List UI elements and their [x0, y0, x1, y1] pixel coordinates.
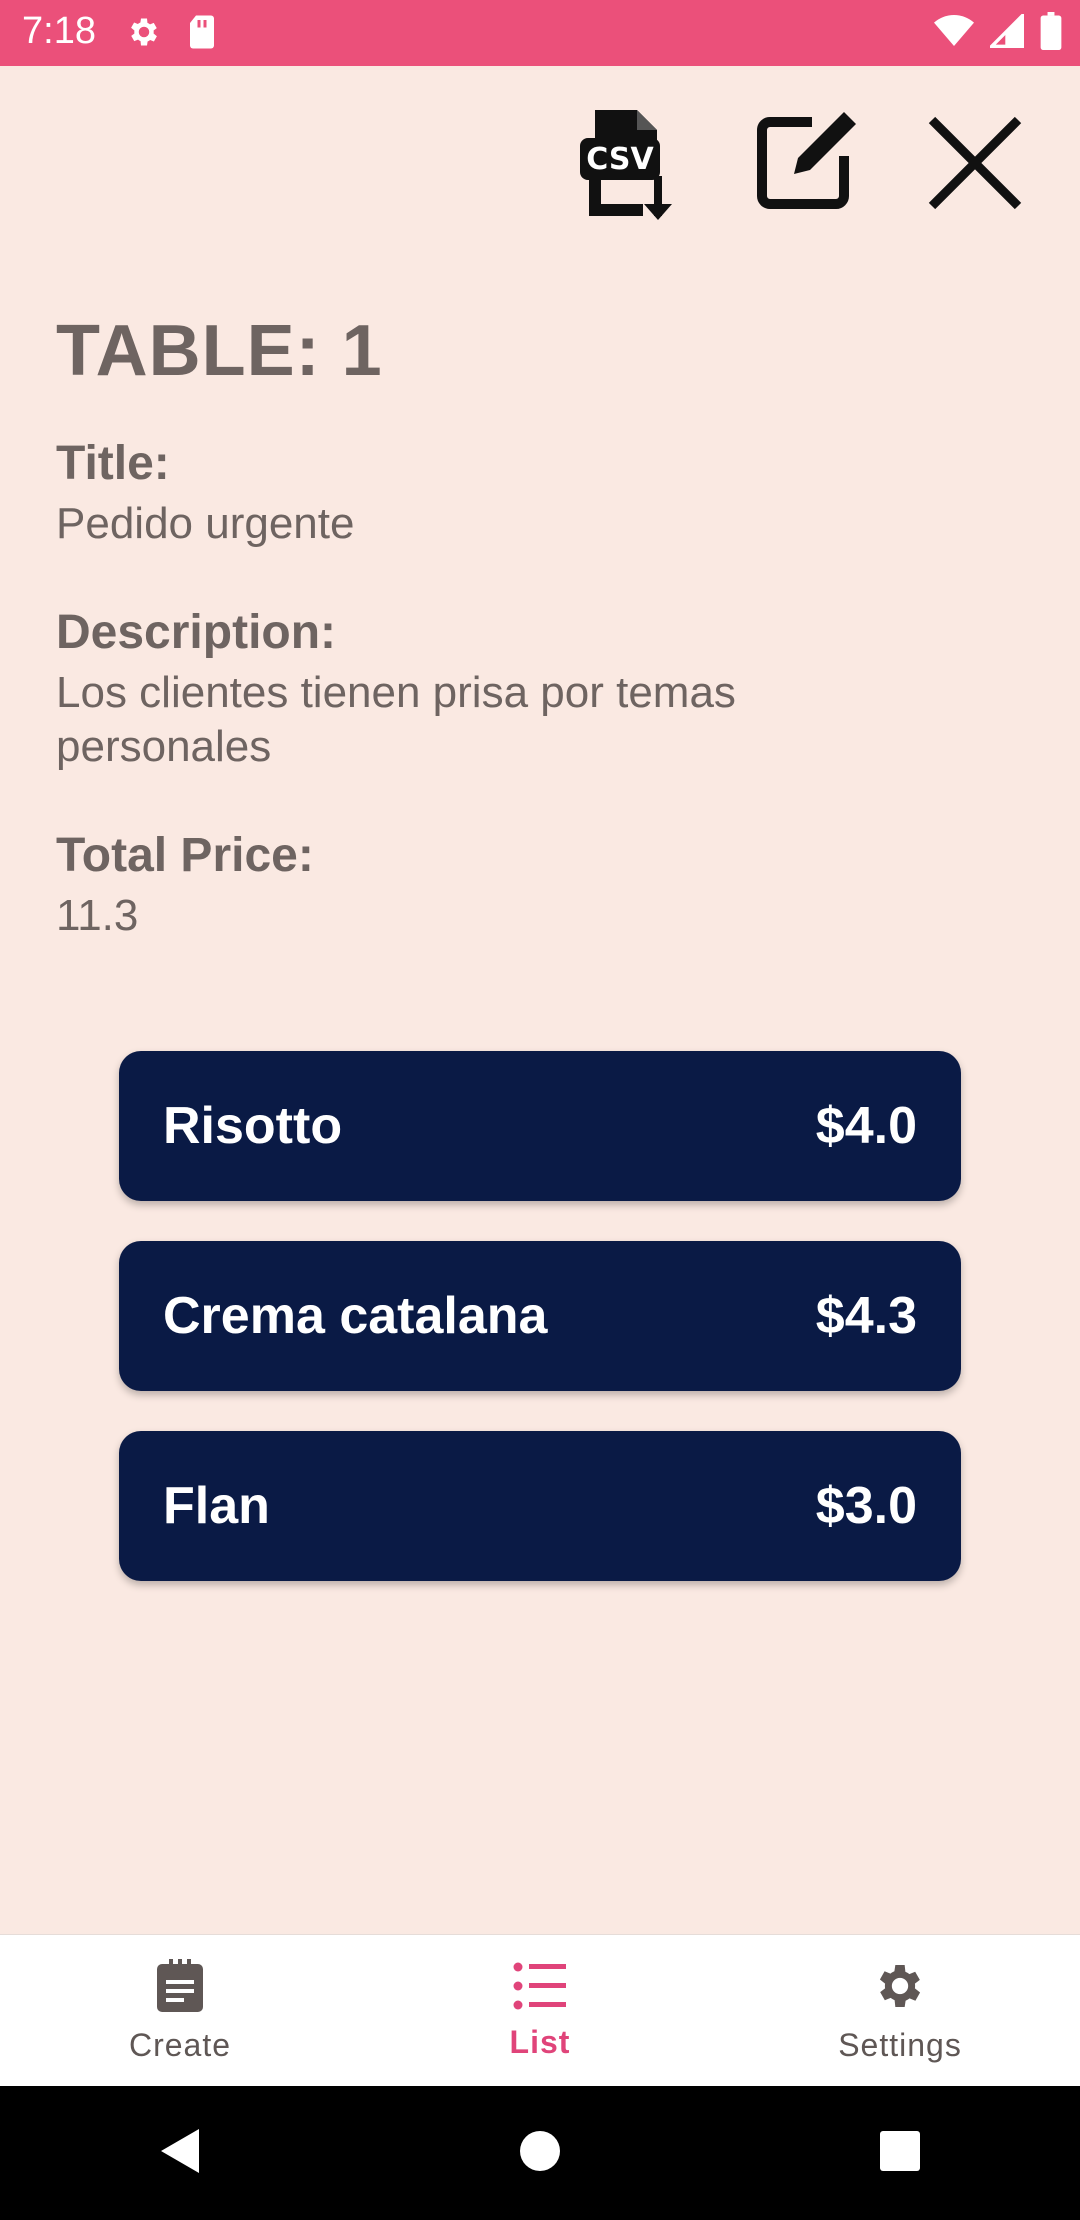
nav-label-settings: Settings: [838, 2027, 962, 2063]
home-button[interactable]: [480, 2093, 600, 2213]
total-price-label: Total Price:: [56, 829, 314, 882]
title-value: Pedido urgente: [56, 499, 355, 548]
csv-download-icon: CSV: [560, 98, 690, 233]
order-item-card[interactable]: Risotto $4.0: [119, 1051, 961, 1201]
home-icon: [518, 2129, 562, 2178]
bottom-navigation: Create List Settings: [0, 1934, 1080, 2087]
edit-icon: [750, 108, 860, 223]
signal-icon: [987, 11, 1024, 53]
edit-button[interactable]: [740, 100, 870, 230]
status-time: 7:18: [22, 10, 96, 52]
order-details: TABLE: 1 Title: Pedido urgente Descripti…: [56, 310, 1016, 943]
order-item-card[interactable]: Flan $3.0: [119, 1431, 961, 1581]
export-csv-button[interactable]: CSV: [560, 100, 690, 230]
list-icon: [513, 1961, 567, 2016]
description-label: Description:: [56, 606, 337, 659]
close-icon: [920, 108, 1030, 223]
nav-item-list[interactable]: List: [360, 1935, 720, 2087]
back-button[interactable]: [120, 2093, 240, 2213]
back-icon: [155, 2125, 205, 2182]
recents-icon: [879, 2130, 921, 2177]
item-name: Crema catalana: [163, 1287, 548, 1345]
item-price: $4.3: [815, 1287, 917, 1345]
recents-button[interactable]: [840, 2093, 960, 2213]
description-value: Los clientes tienen prisa por temas pers…: [56, 668, 736, 771]
item-price: $4.0: [815, 1097, 917, 1155]
wifi-icon: [934, 14, 974, 53]
status-bar: 7:18: [0, 0, 1080, 66]
close-button[interactable]: [910, 100, 1040, 230]
clipboard-icon: [155, 1958, 205, 2019]
gear-icon: [126, 14, 162, 55]
battery-icon: [1040, 12, 1062, 55]
detail-toolbar: CSV: [560, 100, 1040, 240]
nav-label-create: Create: [128, 2027, 232, 2063]
item-name: Risotto: [163, 1097, 343, 1155]
csv-icon-text: CSV: [586, 142, 654, 177]
nav-item-settings[interactable]: Settings: [720, 1935, 1080, 2087]
order-item-card[interactable]: Crema catalana $4.3: [119, 1241, 961, 1391]
system-navigation-bar: [0, 2086, 1080, 2220]
sd-card-icon: [186, 14, 218, 55]
order-items-list: Risotto $4.0 Crema catalana $4.3 Flan $3…: [119, 1051, 961, 1621]
nav-item-create[interactable]: Create: [0, 1935, 360, 2087]
title-label: Title:: [56, 437, 170, 490]
item-name: Flan: [163, 1477, 270, 1535]
nav-label-list: List: [509, 2024, 571, 2060]
total-price-value: 11.3: [56, 891, 139, 940]
gear-icon: [872, 1958, 928, 2019]
item-price: $3.0: [815, 1477, 917, 1535]
table-heading: TABLE: 1: [56, 311, 383, 391]
